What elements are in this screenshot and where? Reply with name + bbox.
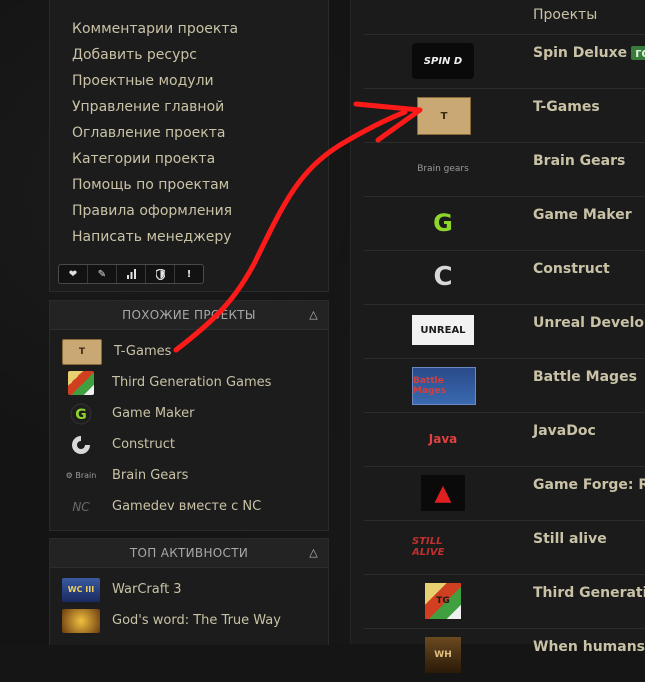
projects-column: Проекты SPIN D Spin Deluxeгото T T-Games…	[350, 0, 645, 673]
project-name[interactable]: Unreal Developm	[533, 315, 645, 331]
similar-projects-list: T T-Games Third Generation Games G Game …	[50, 330, 328, 522]
unreal-logo-icon: UNREAL	[412, 315, 474, 345]
shield-icon[interactable]	[146, 265, 175, 283]
menu-item-comments[interactable]: Комментарии проекта	[72, 16, 238, 42]
spin-deluxe-logo-icon: SPIN D	[412, 43, 474, 79]
project-name[interactable]: Spin Deluxeгото	[533, 45, 645, 61]
t-games-logo-icon: T	[62, 338, 102, 365]
construct-logo-icon	[62, 433, 100, 457]
third-generation-logo-icon	[68, 370, 94, 395]
brain-gears-logo-icon: ⚙ Brain	[65, 471, 97, 480]
warcraft-logo-icon: WC III	[62, 577, 100, 602]
project-toolbar: ❤ ✎ !	[58, 264, 204, 284]
project-row[interactable]: UNREAL Unreal Developm	[364, 304, 645, 358]
project-name[interactable]: When humans ar	[533, 639, 645, 655]
project-name[interactable]: T-Games	[533, 99, 600, 115]
menu-item-home-management[interactable]: Управление главной	[72, 94, 238, 120]
project-row[interactable]: T T-Games	[364, 88, 645, 142]
top-activity-list: WC III WarCraft 3 God's word: The True W…	[50, 568, 328, 636]
project-name[interactable]: Still alive	[533, 531, 607, 547]
menu-item-help[interactable]: Помощь по проектам	[72, 172, 238, 198]
project-name[interactable]: JavaDoc	[533, 423, 596, 439]
collapse-triangle-icon[interactable]: △	[309, 301, 318, 329]
pencil-icon[interactable]: ✎	[88, 265, 117, 283]
menu-item-write-manager[interactable]: Написать менеджеру	[72, 224, 238, 250]
java-logo-icon: Java	[428, 432, 458, 446]
battle-mages-logo-icon: Battle Mages	[412, 367, 476, 405]
nc-logo-icon: NC	[72, 499, 90, 514]
gods-word-logo-icon	[62, 608, 100, 633]
project-row[interactable]: C Construct	[364, 250, 645, 304]
menu-item-toc[interactable]: Оглавление проекта	[72, 120, 238, 146]
menu-item-add-resource[interactable]: Добавить ресурс	[72, 42, 238, 68]
project-row[interactable]: G Game Maker	[364, 196, 645, 250]
menu-item-rules[interactable]: Правила оформления	[72, 198, 238, 224]
project-row[interactable]: STILL ALIVE Still alive	[364, 520, 645, 574]
project-name[interactable]: Brain Gears	[533, 153, 625, 169]
brain-gears-logo-icon: Brain gears	[417, 164, 469, 174]
similar-item-construct[interactable]: Construct	[50, 429, 328, 460]
project-name[interactable]: Game Forge: Ref	[533, 477, 645, 493]
project-name[interactable]: Game Maker	[533, 207, 632, 223]
project-name[interactable]: Battle Mages	[533, 369, 637, 385]
project-menu-list: Комментарии проекта Добавить ресурс Прое…	[72, 16, 238, 250]
project-row[interactable]: SPIN D Spin Deluxeгото	[364, 34, 645, 88]
project-row[interactable]: WH When humans ar	[364, 628, 645, 682]
similar-item-game-maker[interactable]: G Game Maker	[50, 398, 328, 429]
top-activity-title: ТОП АКТИВНОСТИ	[129, 546, 249, 560]
game-maker-logo-icon: G	[433, 209, 453, 237]
menu-item-modules[interactable]: Проектные модули	[72, 68, 238, 94]
similar-projects-header: ПОХОЖИЕ ПРОЕКТЫ △	[50, 301, 328, 330]
game-maker-logo-icon: G	[62, 402, 100, 426]
projects-header-label[interactable]: Проекты	[533, 7, 597, 23]
similar-item-brain-gears[interactable]: ⚙ Brain Brain Gears	[50, 460, 328, 491]
similar-item-third-generation[interactable]: Third Generation Games	[50, 367, 328, 398]
similar-item-gamedev-nc[interactable]: NC Gamedev вместе с NC	[50, 491, 328, 522]
project-row[interactable]: Brain gears Brain Gears	[364, 142, 645, 196]
similar-projects-title: ПОХОЖИЕ ПРОЕКТЫ	[122, 308, 256, 322]
game-forge-logo-icon: ▲	[421, 475, 465, 511]
construct-logo-icon: C	[433, 262, 453, 292]
when-humans-logo-icon: WH	[425, 637, 461, 673]
top-item-gods-word[interactable]: God's word: The True Way	[50, 605, 328, 636]
top-item-warcraft3[interactable]: WC III WarCraft 3	[50, 574, 328, 605]
project-menu: Комментарии проекта Добавить ресурс Прое…	[49, 0, 329, 292]
heart-icon[interactable]: ❤	[59, 265, 88, 283]
third-generation-logo-icon: TG	[425, 583, 461, 619]
top-activity-header: ТОП АКТИВНОСТИ △	[50, 539, 328, 568]
bar-chart-icon[interactable]	[117, 265, 146, 283]
t-games-logo-icon: T	[417, 97, 471, 135]
project-name[interactable]: Third Generation	[533, 585, 645, 601]
menu-item-categories[interactable]: Категории проекта	[72, 146, 238, 172]
status-badge: гото	[631, 46, 645, 60]
projects-list: SPIN D Spin Deluxeгото T T-Games Brain g…	[364, 34, 645, 682]
project-name[interactable]: Construct	[533, 261, 610, 277]
similar-item-t-games[interactable]: T T-Games	[50, 336, 328, 367]
still-alive-logo-icon: STILL ALIVE	[412, 536, 445, 558]
collapse-triangle-icon[interactable]: △	[309, 539, 318, 567]
project-row[interactable]: Battle Mages Battle Mages	[364, 358, 645, 412]
svg-text:G: G	[75, 407, 87, 423]
project-row[interactable]: ▲ Game Forge: Ref	[364, 466, 645, 520]
project-row[interactable]: TG Third Generation	[364, 574, 645, 628]
exclamation-icon[interactable]: !	[175, 265, 203, 283]
similar-projects-panel: ПОХОЖИЕ ПРОЕКТЫ △ T T-Games Third Genera…	[49, 300, 329, 531]
project-row[interactable]: Java JavaDoc	[364, 412, 645, 466]
top-activity-panel: ТОП АКТИВНОСТИ △ WC III WarCraft 3 God's…	[49, 538, 329, 645]
